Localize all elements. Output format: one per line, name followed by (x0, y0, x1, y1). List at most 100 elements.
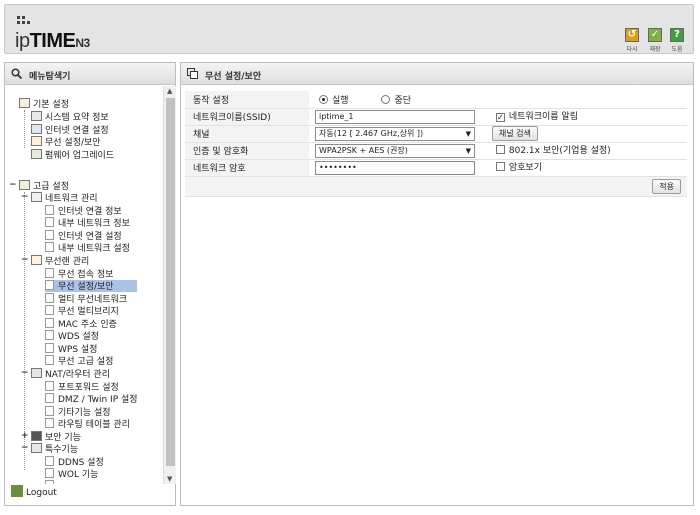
password-label: 네트워크 암호 (185, 159, 309, 177)
tree-label: 기본 설정 (33, 100, 69, 110)
password-input[interactable]: •••••••• (315, 160, 475, 175)
page-icon (45, 293, 54, 303)
folder-gear-icon (19, 180, 30, 190)
tree-item-mac-auth[interactable]: MAC 주소 인증 (45, 318, 117, 330)
tree-item-misc[interactable]: 기타기능 설정 (45, 406, 111, 418)
help-icon: ? (670, 28, 684, 42)
form-row-channel: 채널 자동(12 [ 2.467 GHz,상위 ]) ▼ 채널 검색 (185, 125, 687, 143)
tree-item-wireless-security[interactable]: 무선 설정/보안 (45, 280, 137, 292)
reboot-label: 재장 (649, 46, 661, 53)
radio-selected-icon (319, 94, 328, 104)
collapse-toggle-icon[interactable]: − (9, 180, 17, 190)
tree-label: 인터넷 연결 설정 (58, 232, 122, 242)
enterprise-label: 802.1x 보안(기업용 설정) (508, 146, 611, 157)
checkbox-empty-icon (495, 145, 505, 155)
brand-name: TIME (29, 30, 76, 52)
scroll-down-icon[interactable]: ▼ (167, 475, 172, 483)
content-panel-title: 무선 설정/보안 (205, 72, 262, 82)
tree-security[interactable]: 보안 기능 (31, 431, 81, 443)
brand-model: N3 (75, 36, 90, 50)
tree-item-lan-config[interactable]: 내부 네트워크 설정 (45, 242, 130, 254)
tree-basic-settings[interactable]: 기본 설정 (19, 98, 69, 110)
operation-off-radio[interactable]: 중단 (381, 94, 411, 106)
window-icon (187, 68, 198, 79)
tree-item-internet-info[interactable]: 인터넷 연결 정보 (45, 205, 122, 217)
menu-scrollbar[interactable]: ▲ ▼ (163, 86, 176, 484)
ssid-input[interactable]: iptime_1 (315, 109, 475, 124)
tree-item-wps[interactable]: WPS 설정 (45, 343, 97, 355)
page-icon (45, 217, 54, 227)
ssid-broadcast-checkbox[interactable]: ✓ 네트워크이름 알림 (495, 112, 578, 123)
tree-wireless-management[interactable]: 무선랜 관리 (31, 255, 89, 267)
help-label: 도움 (671, 46, 683, 53)
channel-value: 자동(12 [ 2.467 GHz,상위 ]) (319, 128, 424, 138)
wireless-settings-form: 동작 설정 실행 중단 네트워크이름(SSID) iptime_1 ✓ 네트워크이… (185, 91, 687, 197)
tree-label: 기타기능 설정 (58, 408, 111, 418)
tools-folder-icon (31, 443, 42, 453)
tree-item-dmz[interactable]: DMZ / Twin IP 설정 (45, 393, 138, 405)
tree-item-system-summary[interactable]: 시스템 요약 정보 (31, 111, 109, 123)
save-icon: ✓ (648, 28, 662, 42)
page-icon (45, 318, 54, 328)
tree-label: 무선 설정/보안 (58, 282, 114, 292)
tree-label: 무선 설정/보안 (45, 138, 101, 148)
logout-link[interactable]: Logout (11, 485, 57, 501)
tree-item-cutoff[interactable] (45, 480, 58, 484)
refresh-button[interactable]: ↺ 다시 (623, 28, 641, 53)
tree-item-ddns[interactable]: DDNS 설정 (45, 456, 104, 468)
page-icon (45, 230, 54, 240)
page-icon (45, 242, 54, 252)
auth-label: 인증 및 암호화 (185, 142, 309, 160)
menu-tree: 기본 설정 시스템 요약 정보 인터넷 연결 설정 무선 설정/보안 펌웨어 업… (5, 86, 163, 484)
tree-item-wireless-basic[interactable]: 무선 설정/보안 (31, 136, 101, 148)
auth-select[interactable]: WPA2PSK + AES (권장) ▼ (315, 143, 475, 158)
tree-label: DMZ / Twin IP 설정 (58, 395, 138, 405)
scroll-up-icon[interactable]: ▲ (167, 87, 172, 95)
tree-advanced-settings[interactable]: 고급 설정 (19, 180, 69, 192)
tree-nat-router[interactable]: NAT/라우터 관리 (31, 368, 110, 380)
wifi-icon (31, 136, 42, 146)
radio-empty-icon (381, 94, 391, 104)
tree-special[interactable]: 특수기능 (31, 443, 78, 455)
tree-connector (24, 110, 25, 148)
channel-select[interactable]: 자동(12 [ 2.467 GHz,상위 ]) ▼ (315, 126, 475, 141)
tree-item-wireless-advanced[interactable]: 무선 고급 설정 (45, 355, 113, 367)
page-icon (45, 280, 54, 290)
apply-button[interactable]: 적용 (652, 178, 681, 194)
help-button[interactable]: ? 도움 (668, 28, 686, 53)
form-row-ssid: 네트워크이름(SSID) iptime_1 ✓ 네트워크이름 알림 (185, 108, 687, 126)
page-icon (45, 343, 54, 353)
tree-item-lan-info[interactable]: 내부 네트워크 정보 (45, 217, 130, 229)
refresh-label: 다시 (626, 46, 638, 53)
checkbox-checked-icon: ✓ (495, 113, 505, 123)
collapse-toggle-icon[interactable]: − (21, 368, 29, 378)
logout-icon (11, 485, 23, 497)
tree-item-wol[interactable]: WOL 기능 (45, 468, 98, 480)
tree-label: DDNS 설정 (58, 458, 104, 468)
tree-item-routing-table[interactable]: 라우팅 테이블 관리 (45, 418, 130, 430)
collapse-toggle-icon[interactable]: − (21, 443, 29, 453)
tree-item-multi-ssid[interactable]: 멀티 무선네트워크 (45, 293, 127, 305)
operation-on-radio[interactable]: 실행 (319, 94, 349, 106)
tree-item-multi-bridge[interactable]: 무선 멀티브리지 (45, 305, 119, 317)
tree-item-firmware[interactable]: 펌웨어 업그레이드 (31, 149, 114, 161)
tree-item-wds[interactable]: WDS 설정 (45, 330, 99, 342)
channel-search-button[interactable]: 채널 검색 (491, 126, 538, 141)
tree-item-wireless-status[interactable]: 무선 접속 정보 (45, 268, 113, 280)
collapse-toggle-icon[interactable]: − (21, 255, 29, 265)
tree-item-internet-setup[interactable]: 인터넷 연결 설정 (31, 124, 109, 136)
tree-item-port-forward[interactable]: 포트포워드 설정 (45, 381, 119, 393)
expand-toggle-icon[interactable]: + (21, 431, 29, 441)
tree-network-management[interactable]: 네트워크 관리 (31, 192, 98, 204)
network-folder-icon (31, 192, 42, 202)
show-password-label: 암호보기 (508, 163, 542, 174)
reboot-button[interactable]: ✓ 재장 (646, 28, 664, 53)
tree-item-internet-config[interactable]: 인터넷 연결 설정 (45, 230, 122, 242)
scroll-thumb[interactable] (166, 98, 175, 466)
tree-label: 무선 멀티브리지 (58, 307, 119, 317)
show-password-checkbox[interactable]: 암호보기 (495, 162, 542, 174)
enterprise-checkbox[interactable]: 802.1x 보안(기업용 설정) (495, 145, 611, 157)
collapse-toggle-icon[interactable]: − (21, 192, 29, 202)
tree-label: 포트포워드 설정 (58, 383, 119, 393)
tree-label: 무선랜 관리 (45, 257, 90, 267)
